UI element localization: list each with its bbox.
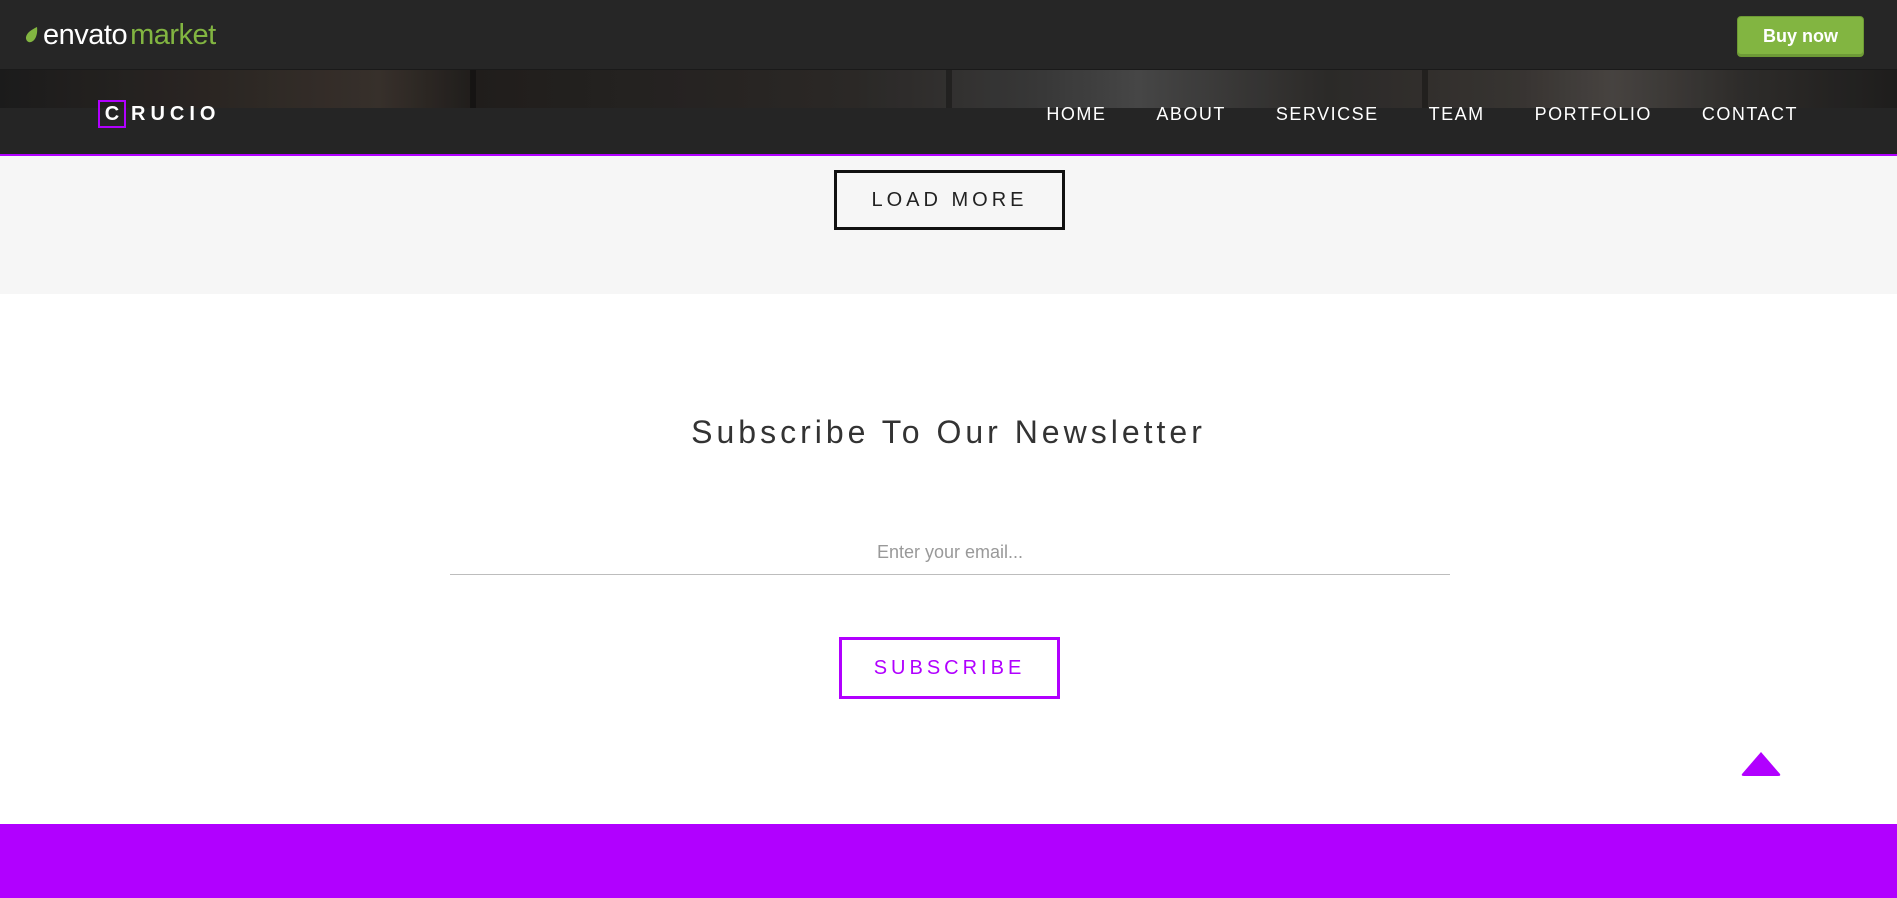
market-logo-word: market — [130, 19, 216, 51]
crucio-logo[interactable]: C RUCIO — [98, 100, 220, 128]
nav-item-about[interactable]: ABOUT — [1156, 104, 1226, 124]
subscribe-button[interactable]: SUBSCRIBE — [839, 637, 1060, 699]
main-nav: HOME ABOUT SERVICSE TEAM PORTFOLIO CONTA… — [1046, 104, 1798, 124]
logo-text: RUCIO — [131, 102, 221, 125]
nav-item-home[interactable]: HOME — [1046, 104, 1106, 124]
nav-item-portfolio[interactable]: PORTFOLIO — [1535, 104, 1652, 124]
email-input[interactable] — [450, 530, 1450, 575]
site-header: C RUCIO HOME ABOUT SERVICSE TEAM PORTFOL… — [0, 70, 1897, 156]
nav-item-team[interactable]: TEAM — [1429, 104, 1485, 124]
envato-logo-word: envato — [43, 19, 128, 51]
triangle-up-icon[interactable] — [1740, 750, 1782, 780]
nav-item-services[interactable]: SERVICSE — [1276, 104, 1379, 124]
header-background-image — [0, 70, 1897, 108]
logo-initial-box: C — [98, 100, 126, 128]
buy-now-button[interactable]: Buy now — [1737, 16, 1864, 57]
newsletter-title: Subscribe To Our Newsletter — [691, 414, 1206, 450]
portfolio-loadmore-section: LOAD MORE — [0, 156, 1897, 294]
footer-bar — [0, 824, 1897, 898]
leaf-icon — [25, 27, 38, 43]
load-more-button[interactable]: LOAD MORE — [834, 170, 1065, 230]
envato-market-logo[interactable]: envato market — [24, 20, 216, 50]
nav-item-contact[interactable]: CONTACT — [1702, 104, 1798, 124]
envato-market-bar: envato market Buy now — [0, 0, 1897, 70]
